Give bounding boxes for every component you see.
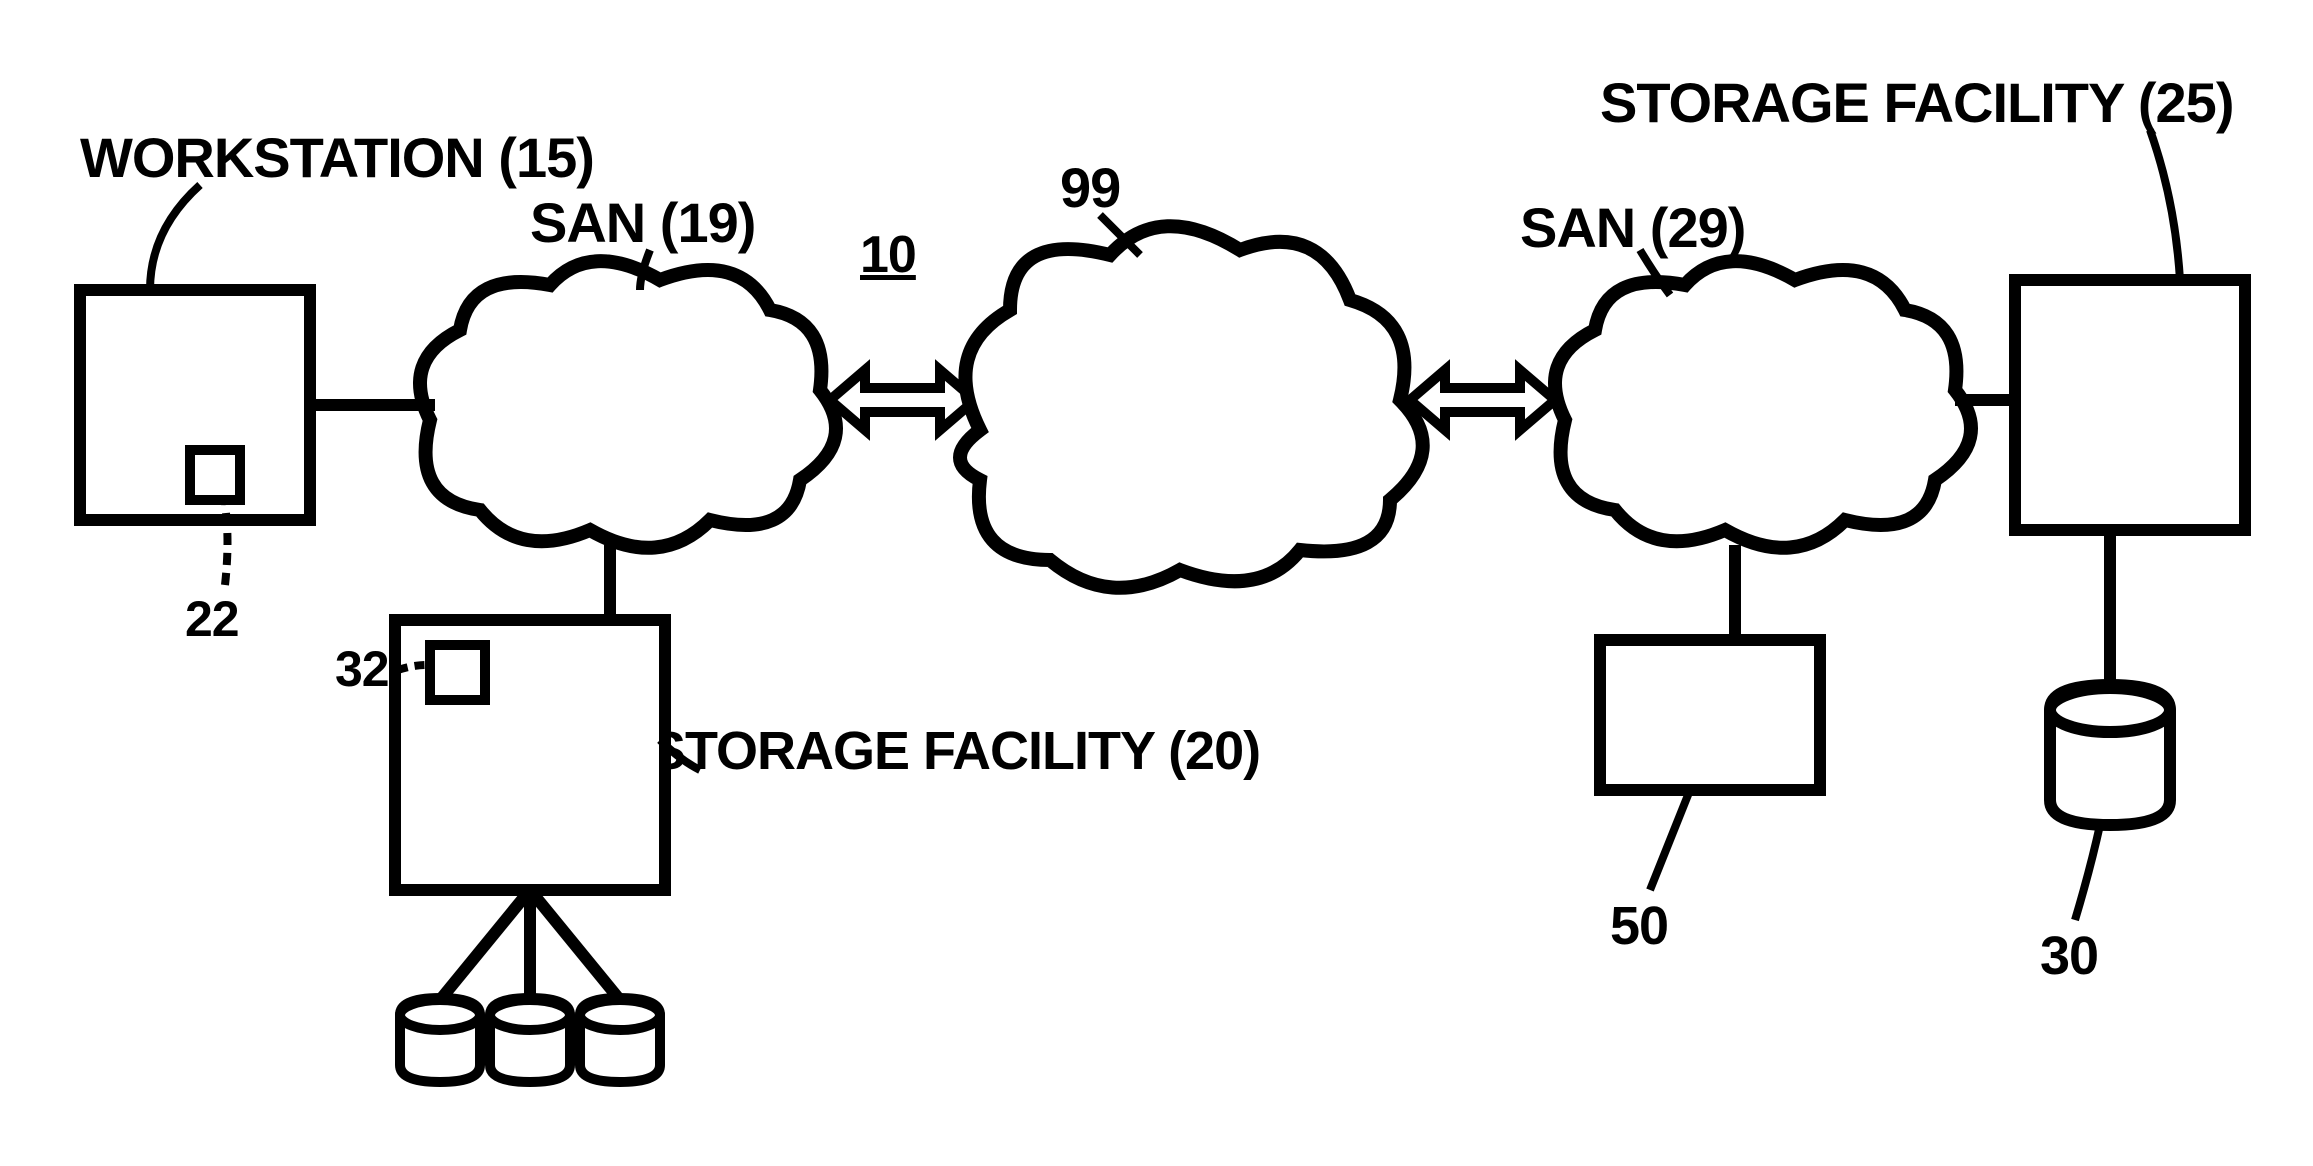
storage-20-box — [395, 545, 665, 890]
storage-25-box — [2015, 280, 2245, 530]
box-50 — [1600, 545, 1820, 790]
disk-cluster — [400, 998, 660, 1082]
diagram-svg — [0, 0, 2313, 1166]
workstation-box — [80, 290, 310, 520]
leader-50 — [1650, 790, 1690, 890]
disk-30 — [2050, 685, 2170, 825]
leader-30 — [2075, 825, 2100, 920]
arrow-ip-san29 — [1410, 370, 1555, 430]
leader-22 — [225, 505, 228, 585]
ip-cloud — [960, 226, 1423, 588]
leader-storage25 — [2150, 130, 2180, 280]
storage20-tripod — [440, 890, 620, 1000]
san-19-cloud — [420, 261, 836, 548]
diagram-stage: WORKSTATION (15) SAN (19) 10 99 SAN (29)… — [0, 0, 2313, 1166]
san-29-cloud — [1555, 261, 1971, 548]
arrow-san19-ip — [830, 370, 975, 430]
leader-workstation — [150, 185, 200, 290]
